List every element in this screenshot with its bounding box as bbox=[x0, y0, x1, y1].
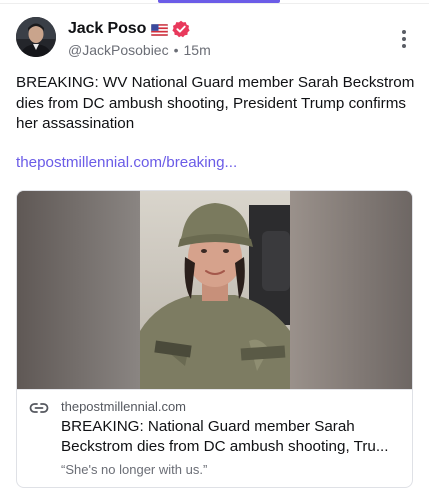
author-handle[interactable]: @JackPosobiec bbox=[68, 42, 169, 58]
separator-dot: • bbox=[173, 42, 179, 58]
post-body: BREAKING: WV National Guard member Sarah… bbox=[16, 74, 415, 132]
post-timestamp[interactable]: 15m bbox=[184, 42, 211, 58]
link-preview-card[interactable]: thepostmillennial.com BREAKING: National… bbox=[16, 190, 413, 488]
avatar[interactable] bbox=[16, 17, 56, 57]
post-link[interactable]: thepostmillennial.com/breaking... bbox=[16, 154, 237, 171]
author-name[interactable]: Jack Poso bbox=[68, 20, 146, 38]
link-preview-title-line-1: BREAKING: National Guard member Sarah bbox=[61, 418, 355, 435]
link-preview-title-line-2: Beckstrom dies from DC ambush shooting, … bbox=[61, 438, 389, 455]
more-options-icon[interactable] bbox=[401, 30, 407, 50]
link-preview-domain: thepostmillennial.com bbox=[61, 399, 187, 414]
link-preview-title: BREAKING: National Guard member Sarah Be… bbox=[61, 417, 406, 457]
divider bbox=[0, 3, 429, 4]
link-preview-meta: thepostmillennial.com BREAKING: National… bbox=[17, 389, 412, 487]
link-icon bbox=[29, 401, 49, 415]
post-header: Jack Poso @JackPosobiec • 15m bbox=[68, 18, 389, 58]
verified-badge-icon bbox=[172, 20, 190, 38]
link-preview-image bbox=[17, 191, 412, 389]
us-flag-icon bbox=[151, 23, 169, 37]
link-preview-description: “She's no longer with us.” bbox=[61, 462, 208, 477]
